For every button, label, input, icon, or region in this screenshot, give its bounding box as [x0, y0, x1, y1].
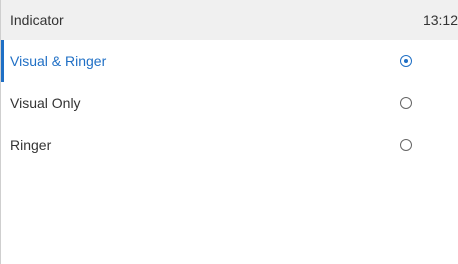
option-label: Visual & Ringer — [10, 53, 107, 69]
option-label: Visual Only — [10, 95, 81, 111]
option-visual-and-ringer[interactable]: Visual & Ringer — [1, 40, 458, 82]
option-visual-only[interactable]: Visual Only — [1, 82, 458, 124]
title-bar: Indicator 13:12 — [1, 0, 458, 40]
option-ringer[interactable]: Ringer — [1, 124, 458, 166]
option-label: Ringer — [10, 137, 52, 153]
phone-screen: Indicator 13:12 Visual & Ringer Visual O… — [0, 0, 458, 264]
radio-unselected-icon[interactable] — [400, 97, 412, 109]
page-title: Indicator — [10, 12, 64, 28]
radio-unselected-icon[interactable] — [400, 139, 412, 151]
radio-selected-icon[interactable] — [400, 55, 412, 67]
clock: 13:12 — [422, 12, 458, 28]
radio-dot-icon — [403, 58, 408, 63]
option-list: Visual & Ringer Visual Only Ringer — [1, 40, 458, 166]
